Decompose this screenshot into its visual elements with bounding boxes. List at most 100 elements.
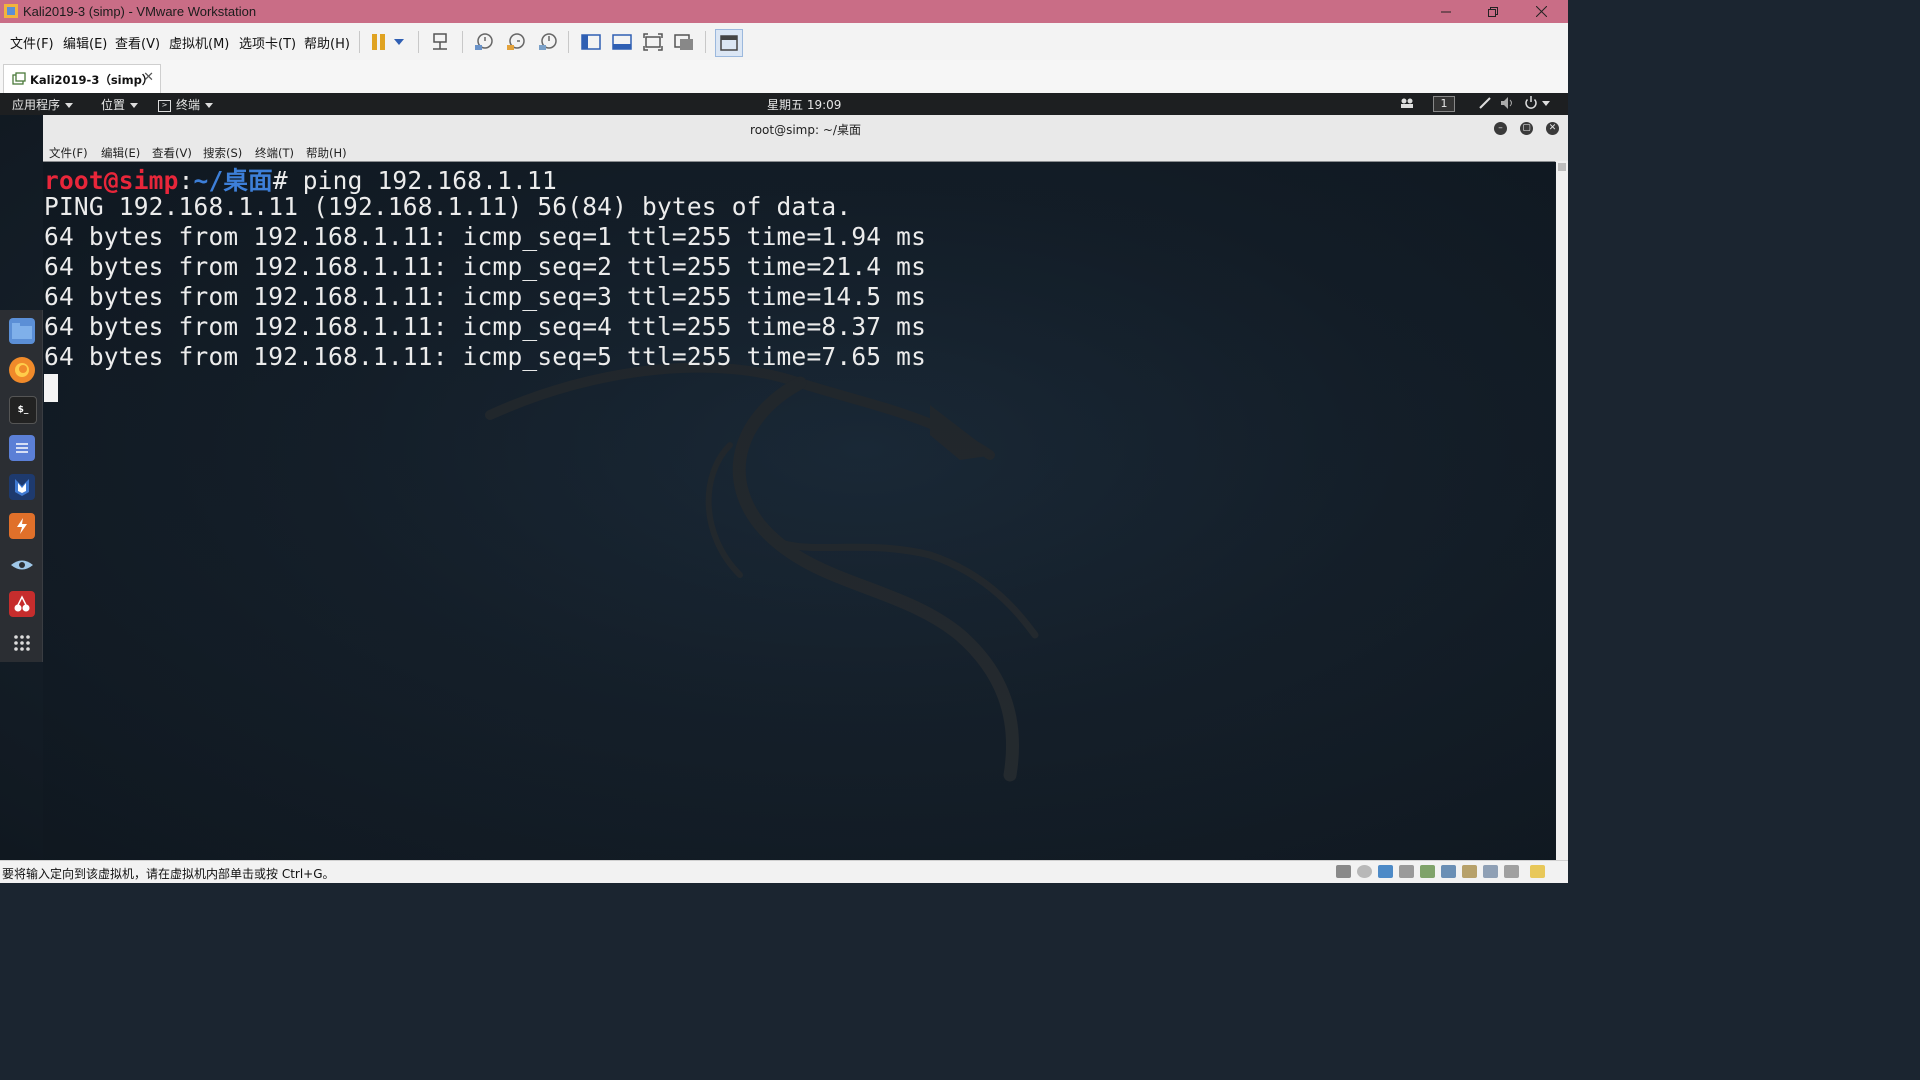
volume-icon[interactable] <box>1500 96 1516 113</box>
eye-icon[interactable] <box>9 552 35 578</box>
tab-label: Kali2019-3（simp） <box>30 73 154 87</box>
terminal-title: root@simp: ~/桌面 <box>750 123 861 137</box>
message-log-icon[interactable] <box>1530 865 1545 878</box>
sidebar-layout-icon <box>581 34 601 50</box>
applications-menu[interactable]: 应用程序 <box>12 96 74 113</box>
terminal-output-line: 64 bytes from 192.168.1.11: icmp_seq=5 t… <box>44 342 927 371</box>
terminal-scrollbar[interactable] <box>1556 161 1568 860</box>
chevron-down-icon <box>205 103 214 108</box>
printer-icon[interactable] <box>1399 865 1414 878</box>
display-icon[interactable] <box>1441 865 1456 878</box>
terminal-output-line: 64 bytes from 192.168.1.11: icmp_seq=1 t… <box>44 222 927 251</box>
maximize-icon: ▢ <box>1522 123 1531 133</box>
bottom-panel-icon <box>612 34 632 50</box>
firefox-icon[interactable] <box>9 357 35 383</box>
chevron-down-icon <box>130 103 139 108</box>
kali-top-panel: 应用程序 位置 > 终端 星期五 19:09 1 <box>0 93 1568 115</box>
terminal-body[interactable]: root@simp:~/桌面# ping 192.168.1.11 PING 1… <box>43 161 1555 860</box>
terminal-menu-help[interactable]: 帮助(H) <box>306 145 347 161</box>
power-dropdown-button[interactable] <box>390 29 408 55</box>
terminal-menu-terminal[interactable]: 终端(T) <box>255 145 294 161</box>
cd-dvd-icon[interactable] <box>1357 865 1372 878</box>
toolbar-separator <box>462 31 463 53</box>
screen-share-icon[interactable] <box>1400 96 1414 113</box>
usb-icon[interactable] <box>1420 865 1435 878</box>
vm-tab-strip: Kali2019-3（simp） ✕ <box>0 60 1568 94</box>
menu-tabs[interactable]: 选项卡(T) <box>239 33 296 52</box>
revert-snapshot-button[interactable] <box>503 29 529 55</box>
snapshot-clock-icon <box>475 33 493 50</box>
serial-port-icon[interactable] <box>1504 865 1519 878</box>
clock[interactable]: 星期五 19:09 <box>767 96 841 113</box>
workspace-indicator[interactable]: 1 <box>1433 96 1455 112</box>
tab-close-icon[interactable]: ✕ <box>143 70 154 85</box>
terminal-titlebar[interactable]: root@simp: ~/桌面 – ▢ ✕ <box>43 115 1568 142</box>
vmware-statusbar: 要将输入定向到该虚拟机，请在虚拟机内部单击或按 Ctrl+G。 <box>0 860 1568 883</box>
menu-vm[interactable]: 虚拟机(M) <box>169 33 229 52</box>
terminal-menu-file[interactable]: 文件(F) <box>49 145 88 161</box>
hard-disk-icon[interactable] <box>1336 865 1351 878</box>
kali-dock: $_ <box>0 310 43 662</box>
close-button[interactable] <box>1518 0 1564 23</box>
console-view-button[interactable] <box>715 29 743 57</box>
menu-edit[interactable]: 编辑(E) <box>63 33 107 52</box>
show-apps-icon[interactable] <box>9 630 35 656</box>
pen-icon[interactable] <box>1478 96 1492 113</box>
chevron-down-icon <box>65 103 74 108</box>
minimize-button[interactable] <box>1423 0 1469 23</box>
vmware-toolbar: 文件(F) 编辑(E) 查看(V) 虚拟机(M) 选项卡(T) 帮助(H) <box>0 23 1568 61</box>
minimize-icon: – <box>1498 123 1503 133</box>
metasploit-icon[interactable] <box>9 474 35 500</box>
terminal-command: ping 192.168.1.11 <box>302 166 557 195</box>
burpsuite-icon[interactable] <box>9 513 35 539</box>
places-menu[interactable]: 位置 <box>101 96 139 113</box>
terminal-maximize-button[interactable]: ▢ <box>1520 122 1533 135</box>
terminal-app-menu[interactable]: > 终端 <box>158 96 214 113</box>
console-view-icon <box>720 35 738 51</box>
terminal-menu-view[interactable]: 查看(V) <box>152 145 192 161</box>
terminal-output-line: PING 192.168.1.11 (192.168.1.11) 56(84) … <box>44 192 852 221</box>
status-message: 要将输入定向到该虚拟机，请在虚拟机内部单击或按 Ctrl+G。 <box>2 867 335 881</box>
sound-card-icon[interactable] <box>1462 865 1477 878</box>
scroll-up-arrow[interactable] <box>1558 163 1566 171</box>
vm-tab-icon <box>12 72 26 85</box>
snapshot-button[interactable] <box>471 29 497 55</box>
restore-icon <box>1488 6 1498 17</box>
close-icon: ✕ <box>1548 123 1557 133</box>
chevron-down-icon <box>394 39 404 45</box>
unity-button[interactable] <box>671 29 697 55</box>
toolbar-separator <box>705 31 706 53</box>
show-library-button[interactable] <box>578 29 604 55</box>
files-icon[interactable] <box>9 318 35 344</box>
terminal-close-button[interactable]: ✕ <box>1546 122 1559 135</box>
menu-help[interactable]: 帮助(H) <box>304 33 350 52</box>
full-screen-button[interactable] <box>640 29 666 55</box>
window-title: Kali2019-3 (simp) - VMware Workstation <box>23 4 257 19</box>
unity-mode-icon <box>674 34 693 50</box>
terminal-menu-search[interactable]: 搜索(S) <box>203 145 242 161</box>
menu-view[interactable]: 查看(V) <box>115 33 160 52</box>
vmware-titlebar: Kali2019-3 (simp) - VMware Workstation <box>0 0 1568 23</box>
terminal-output-line: 64 bytes from 192.168.1.11: icmp_seq=3 t… <box>44 282 927 311</box>
camera-icon[interactable] <box>1483 865 1498 878</box>
toolbar-separator <box>418 31 419 53</box>
terminal-menu-edit[interactable]: 编辑(E) <box>101 145 140 161</box>
fullscreen-icon <box>643 33 663 51</box>
toolbar-separator <box>568 31 569 53</box>
terminal-minimize-button[interactable]: – <box>1494 122 1507 135</box>
snapshot-manager-button[interactable] <box>535 29 561 55</box>
revert-clock-icon <box>507 33 525 50</box>
text-editor-icon[interactable] <box>9 435 35 461</box>
cherrytree-icon[interactable] <box>9 591 35 617</box>
tab-kali-vm[interactable]: Kali2019-3（simp） ✕ <box>3 64 161 93</box>
thumbnail-bar-button[interactable] <box>609 29 635 55</box>
restore-button[interactable] <box>1470 0 1516 23</box>
pause-button[interactable] <box>366 29 392 55</box>
menu-file[interactable]: 文件(F) <box>10 33 54 52</box>
close-icon <box>1535 6 1547 17</box>
terminal-menu-label: 终端 <box>176 98 201 112</box>
network-adapter-icon[interactable] <box>1378 865 1393 878</box>
terminal-icon[interactable]: $_ <box>9 396 37 424</box>
power-menu[interactable] <box>1524 95 1552 114</box>
send-ctrl-alt-del-button[interactable] <box>427 29 453 55</box>
